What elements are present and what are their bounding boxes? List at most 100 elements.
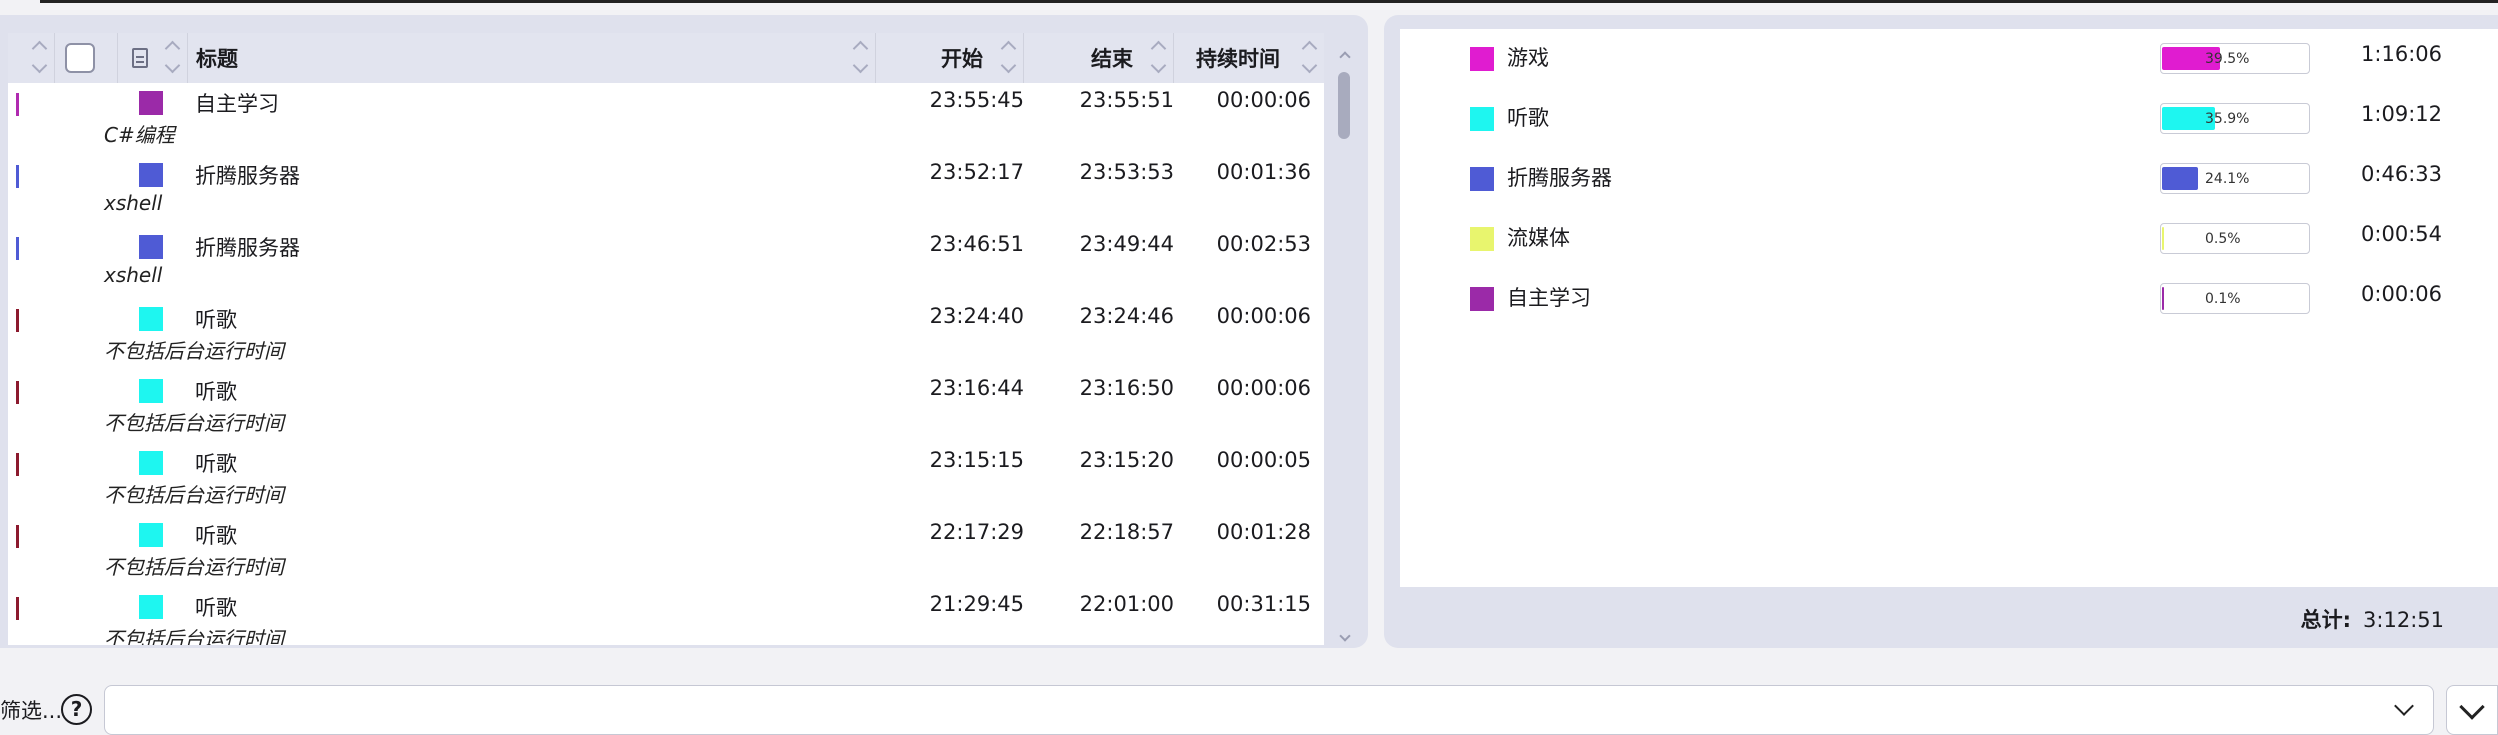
category-color-swatch bbox=[139, 163, 163, 187]
row-duration: 00:31:15 bbox=[1216, 592, 1311, 616]
filter-dropdown-button[interactable] bbox=[2446, 685, 2498, 735]
column-title-label: 标题 bbox=[196, 47, 238, 71]
column-color-header[interactable] bbox=[8, 33, 55, 83]
row-duration: 00:00:06 bbox=[1216, 304, 1311, 328]
list-row[interactable]: 折腾服务器 xshell 23:52:17 23:53:53 00:01:36 bbox=[8, 155, 1324, 227]
select-all-checkbox[interactable] bbox=[65, 43, 95, 73]
column-start-label: 开始 bbox=[941, 47, 983, 71]
sort-arrows-icon bbox=[30, 40, 48, 75]
category-percent-bar: 39.5% bbox=[2160, 43, 2310, 74]
category-stats-list: 游戏 39.5% 1:16:06 听歌 35.9% 1:09:12 折腾服务器 24.1% 0:… bbox=[1400, 29, 2498, 587]
category-percent-fill bbox=[2162, 227, 2164, 250]
list-row[interactable]: 折腾服务器 xshell 23:46:51 23:49:44 00:02:53 bbox=[8, 227, 1324, 299]
row-subtitle: 不包括后台运行时间 bbox=[104, 483, 284, 507]
category-name: 流媒体 bbox=[1507, 226, 1570, 250]
list-scrollbar[interactable] bbox=[1335, 45, 1355, 650]
column-start-header[interactable]: 开始 bbox=[876, 33, 1024, 83]
list-row[interactable]: 听歌 不包括后台运行时间 23:16:44 23:16:50 00:00:06 bbox=[8, 371, 1324, 443]
sort-active-icon bbox=[999, 40, 1017, 75]
scroll-up-icon[interactable] bbox=[1339, 51, 1351, 63]
category-stat-row[interactable]: 折腾服务器 24.1% 0:46:33 bbox=[1400, 155, 2498, 203]
row-subtitle: 不包括后台运行时间 bbox=[104, 339, 284, 363]
category-duration: 0:00:54 bbox=[2361, 222, 2442, 246]
row-duration: 00:01:36 bbox=[1216, 160, 1311, 184]
category-percent-bar: 35.9% bbox=[2160, 103, 2310, 134]
category-duration: 1:09:12 bbox=[2361, 102, 2442, 126]
sort-arrows-icon bbox=[851, 40, 869, 75]
row-category-bar bbox=[16, 165, 19, 188]
row-start-time: 23:46:51 bbox=[929, 232, 1024, 256]
row-start-time: 23:15:15 bbox=[929, 448, 1024, 472]
category-duration: 1:16:06 bbox=[2361, 42, 2442, 66]
row-start-time: 21:29:45 bbox=[929, 592, 1024, 616]
row-title: 折腾服务器 bbox=[195, 236, 300, 260]
category-percent-bar: 0.1% bbox=[2160, 283, 2310, 314]
chevron-down-icon bbox=[2459, 694, 2485, 720]
list-row[interactable]: 听歌 不包括后台运行时间 22:17:29 22:18:57 00:01:28 bbox=[8, 515, 1324, 587]
row-start-time: 23:52:17 bbox=[929, 160, 1024, 184]
category-percent-text: 39.5% bbox=[2205, 51, 2250, 67]
row-title: 听歌 bbox=[195, 452, 237, 476]
filter-label: 筛选... bbox=[0, 699, 63, 723]
column-duration-label: 持续时间 bbox=[1196, 47, 1280, 71]
top-border-line bbox=[40, 0, 2498, 3]
column-type-header[interactable] bbox=[118, 33, 188, 83]
row-end-time: 23:55:51 bbox=[1079, 88, 1174, 112]
sort-arrows-icon bbox=[1149, 40, 1167, 75]
category-stats-panel: 游戏 39.5% 1:16:06 听歌 35.9% 1:09:12 折腾服务器 24.1% 0:… bbox=[1384, 15, 2498, 648]
category-color-swatch bbox=[1470, 167, 1494, 191]
column-title-header[interactable]: 标题 bbox=[188, 33, 876, 83]
row-duration: 00:00:06 bbox=[1216, 88, 1311, 112]
category-color-swatch bbox=[139, 91, 163, 115]
category-percent-bar: 24.1% bbox=[2160, 163, 2310, 194]
list-row[interactable]: 听歌 不包括后台运行时间 23:24:40 23:24:46 00:00:06 bbox=[8, 299, 1324, 371]
row-start-time: 23:16:44 bbox=[929, 376, 1024, 400]
column-select-header[interactable] bbox=[55, 33, 118, 83]
scroll-down-icon[interactable] bbox=[1339, 630, 1351, 642]
chevron-down-icon[interactable] bbox=[2394, 696, 2414, 716]
category-color-swatch bbox=[139, 595, 163, 619]
category-name: 自主学习 bbox=[1507, 286, 1591, 310]
category-percent-fill bbox=[2162, 167, 2198, 190]
sort-arrows-icon bbox=[163, 40, 181, 75]
row-title: 听歌 bbox=[195, 524, 237, 548]
row-category-bar bbox=[16, 93, 19, 116]
category-percent-text: 24.1% bbox=[2205, 171, 2250, 187]
column-duration-header[interactable]: 持续时间 bbox=[1174, 33, 1324, 83]
category-stat-row[interactable]: 游戏 39.5% 1:16:06 bbox=[1400, 35, 2498, 83]
filter-bar: 筛选... ? bbox=[0, 664, 2498, 735]
total-time: 总计: 3:12:51 bbox=[2301, 604, 2444, 634]
scrollbar-thumb[interactable] bbox=[1338, 72, 1350, 139]
category-percent-text: 0.1% bbox=[2205, 291, 2241, 307]
row-duration: 00:00:05 bbox=[1216, 448, 1311, 472]
row-category-bar bbox=[16, 381, 19, 404]
column-end-header[interactable]: 结束 bbox=[1024, 33, 1174, 83]
category-color-swatch bbox=[1470, 107, 1494, 131]
category-percent-text: 35.9% bbox=[2205, 111, 2250, 127]
row-end-time: 23:15:20 bbox=[1079, 448, 1174, 472]
filter-input[interactable] bbox=[104, 685, 2434, 735]
list-row[interactable]: 听歌 不包括后台运行时间 21:29:45 22:01:00 00:31:15 bbox=[8, 587, 1324, 645]
category-stat-row[interactable]: 自主学习 0.1% 0:00:06 bbox=[1400, 275, 2498, 323]
list-header: 标题 开始 结束 持续时间 bbox=[8, 33, 1324, 83]
row-end-time: 23:24:46 bbox=[1079, 304, 1174, 328]
row-title: 折腾服务器 bbox=[195, 164, 300, 188]
row-subtitle: 不包括后台运行时间 bbox=[104, 411, 284, 435]
row-category-bar bbox=[16, 453, 19, 476]
category-stat-row[interactable]: 听歌 35.9% 1:09:12 bbox=[1400, 95, 2498, 143]
category-color-swatch bbox=[139, 307, 163, 331]
help-icon[interactable]: ? bbox=[61, 694, 92, 725]
row-subtitle: xshell bbox=[104, 263, 163, 287]
row-start-time: 23:55:45 bbox=[929, 88, 1024, 112]
row-end-time: 23:49:44 bbox=[1079, 232, 1174, 256]
row-category-bar bbox=[16, 597, 19, 620]
category-color-swatch bbox=[1470, 227, 1494, 251]
list-row[interactable]: 听歌不包括后台运行时间 23:15:15 23:15:20 00:00:05 bbox=[8, 443, 1324, 515]
row-category-bar bbox=[16, 525, 19, 548]
activity-list-panel: 标题 开始 结束 持续时间 自主学习 C#编程 23:55:45 23:55:51 00… bbox=[0, 15, 1368, 648]
category-stat-row[interactable]: 流媒体 0.5% 0:00:54 bbox=[1400, 215, 2498, 263]
list-row[interactable]: 自主学习 C#编程 23:55:45 23:55:51 00:00:06 bbox=[8, 83, 1324, 155]
total-value: 3:12:51 bbox=[2363, 608, 2444, 632]
document-icon bbox=[132, 48, 148, 68]
category-color-swatch bbox=[139, 235, 163, 259]
